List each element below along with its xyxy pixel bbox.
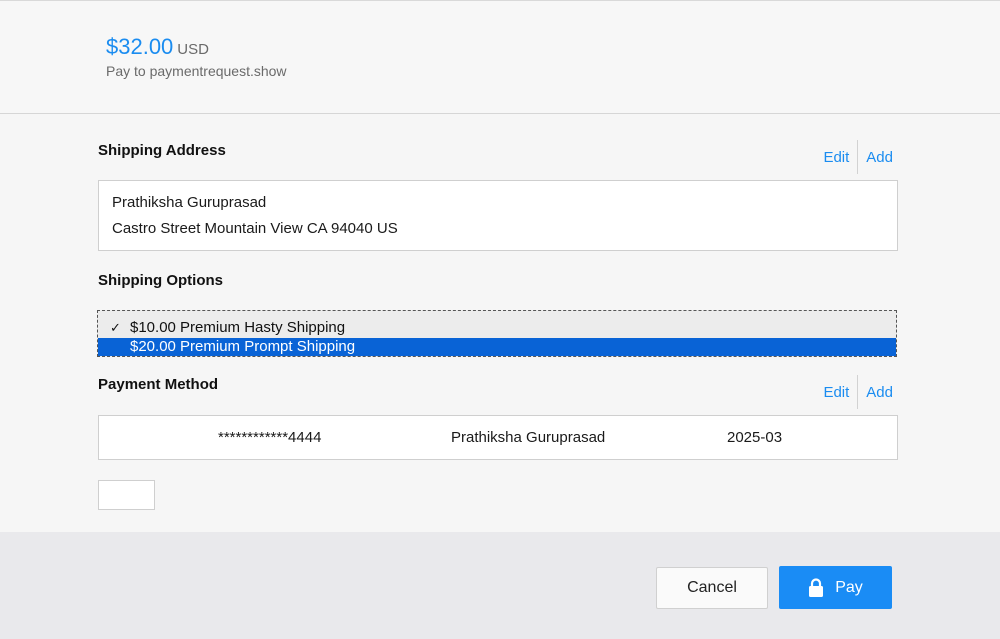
payment-method-edit-link[interactable]: Edit <box>815 382 857 403</box>
card-number: ************4444 <box>218 429 322 446</box>
cancel-button[interactable]: Cancel <box>656 567 768 609</box>
shipping-option-hasty[interactable]: ✓ $10.00 Premium Hasty Shipping <box>98 319 896 337</box>
pay-button[interactable]: Pay <box>779 566 892 609</box>
total-amount: $32.00 <box>106 34 174 59</box>
address-name: Prathiksha Guruprasad <box>112 194 267 211</box>
cvc-input[interactable] <box>98 480 155 510</box>
shipping-option-label: $20.00 Premium Prompt Shipping <box>130 338 356 355</box>
total-amount-line: $32.00 USD <box>106 34 209 60</box>
payment-header: $32.00 USD Pay to paymentrequest.show <box>0 1 1000 114</box>
payment-content: Shipping Address Edit Add Prathiksha Gur… <box>0 114 1000 532</box>
shipping-address-title: Shipping Address <box>98 142 226 159</box>
card-expiry: 2025-03 <box>727 429 783 446</box>
pay-button-label: Pay <box>835 578 863 596</box>
total-currency: USD <box>177 41 209 58</box>
shipping-option-label: $10.00 Premium Hasty Shipping <box>130 319 346 336</box>
payment-method-actions: Edit Add <box>815 375 893 409</box>
shipping-address-actions: Edit Add <box>815 140 893 174</box>
payment-method-add-link[interactable]: Add <box>858 382 893 403</box>
address-street: Castro Street Mountain View CA 94040 US <box>112 220 398 237</box>
shipping-options-title: Shipping Options <box>98 272 223 289</box>
lock-icon <box>809 577 824 597</box>
shipping-address-add-link[interactable]: Add <box>858 147 893 168</box>
checkmark-icon: ✓ <box>110 320 121 335</box>
cardholder-name: Prathiksha Guruprasad <box>451 429 606 446</box>
action-footer: Cancel Pay <box>0 532 1000 639</box>
shipping-address-edit-link[interactable]: Edit <box>815 147 857 168</box>
shipping-option-prompt[interactable]: $20.00 Premium Prompt Shipping <box>98 338 896 356</box>
payment-method-card[interactable]: ************4444 Prathiksha Guruprasad 2… <box>98 415 898 460</box>
payment-method-title: Payment Method <box>98 376 219 393</box>
shipping-options-select[interactable]: ✓ $10.00 Premium Hasty Shipping $20.00 P… <box>97 310 897 357</box>
payee-text: Pay to paymentrequest.show <box>106 63 287 79</box>
shipping-address-card[interactable]: Prathiksha Guruprasad Castro Street Moun… <box>98 180 898 251</box>
